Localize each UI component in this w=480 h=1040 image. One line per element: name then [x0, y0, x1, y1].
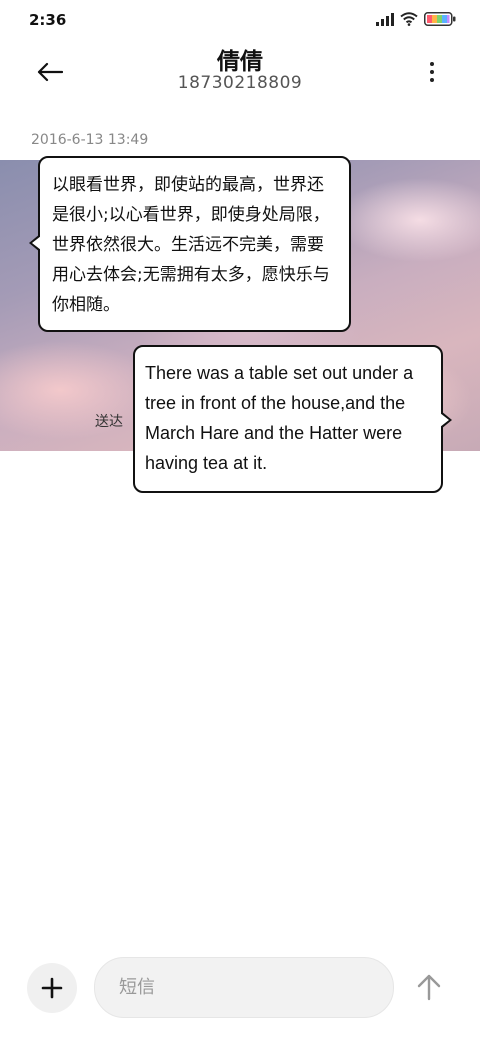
plus-icon — [41, 977, 63, 999]
incoming-message-text: 以眼看世界，即使站的最高，世界还是很小;以心看世界，即使身处局限，世界依然很大。… — [52, 175, 330, 315]
signal-icon — [376, 12, 394, 26]
outgoing-message-text: There was a table set out under a tree i… — [145, 363, 414, 473]
incoming-message-bubble[interactable]: 以眼看世界，即使站的最高，世界还是很小;以心看世界，即使身处局限，世界依然很大。… — [29, 156, 351, 332]
conversation-header: 倩倩 18730218809 — [0, 40, 480, 110]
status-icons — [376, 12, 456, 26]
send-button[interactable] — [408, 966, 450, 1008]
more-options-button[interactable] — [422, 54, 442, 90]
message-input[interactable] — [94, 957, 394, 1018]
send-arrow-icon — [417, 974, 441, 1001]
status-time: 2:36 — [29, 11, 67, 29]
status-bar: 2:36 — [0, 0, 480, 40]
contact-name: 倩倩 — [217, 49, 263, 75]
delivery-status: 送达 — [95, 414, 123, 430]
more-vertical-icon — [430, 62, 434, 66]
contact-number: 18730218809 — [177, 73, 303, 93]
add-attachment-button[interactable] — [27, 963, 77, 1013]
wifi-icon — [400, 12, 418, 26]
message-timestamp: 2016-6-13 13:49 — [31, 132, 149, 148]
battery-icon — [424, 12, 456, 26]
outgoing-message-bubble[interactable]: There was a table set out under a tree i… — [133, 345, 452, 493]
